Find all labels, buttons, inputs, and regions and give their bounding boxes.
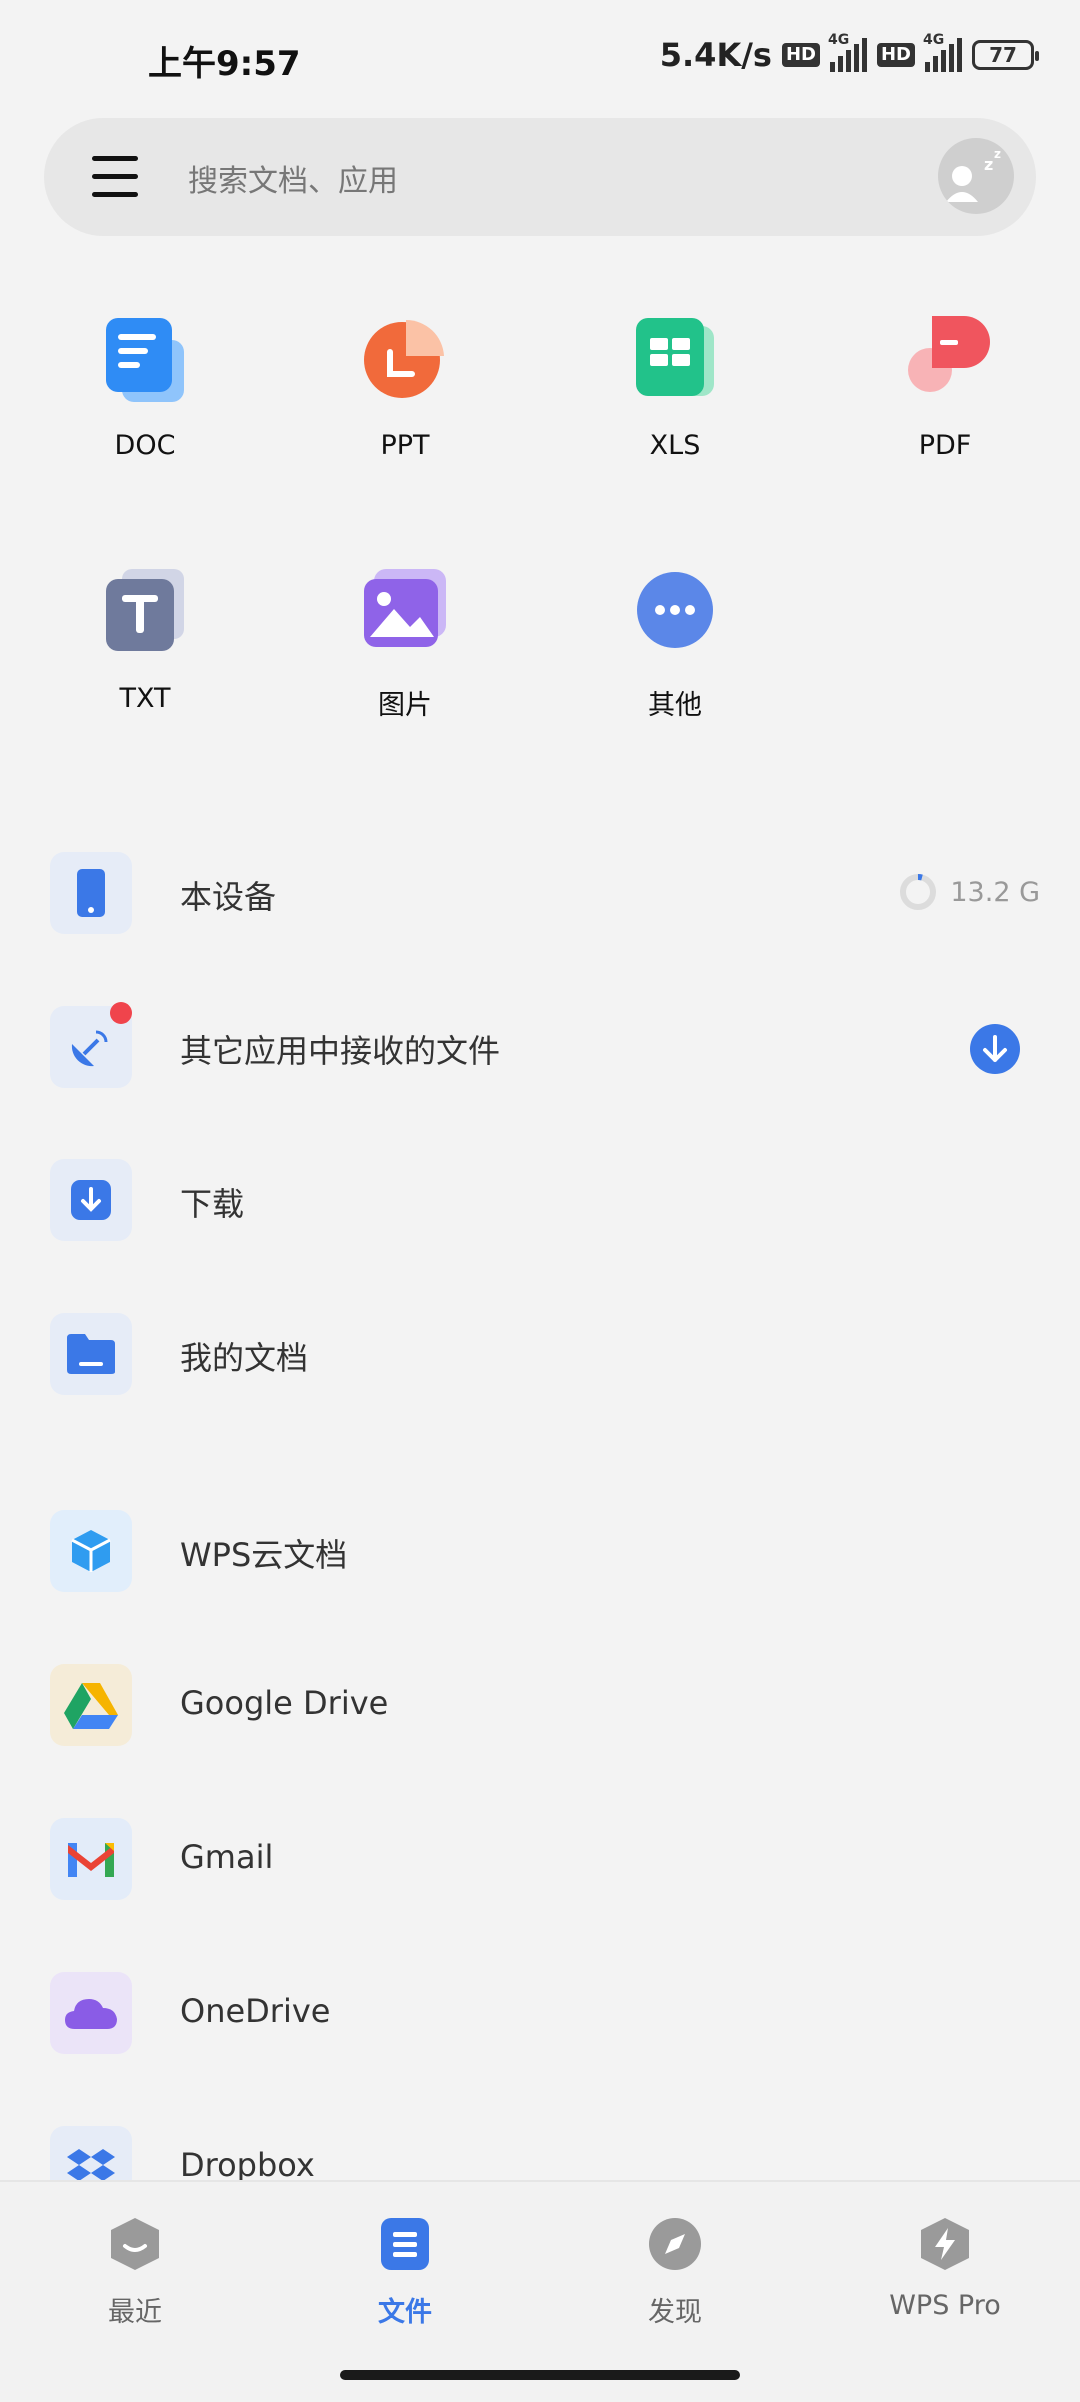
category-other[interactable]: 其他	[575, 565, 775, 722]
cloud-wps[interactable]: WPS云文档	[50, 1510, 1040, 1594]
cloud-onedrive[interactable]: OneDrive	[50, 1972, 1040, 2056]
category-xls[interactable]: XLS	[575, 312, 775, 461]
phone-icon	[50, 852, 132, 934]
tab-discover[interactable]: 发现	[575, 2216, 775, 2329]
txt-icon	[100, 565, 190, 655]
category-pdf[interactable]: PDF	[845, 312, 1045, 461]
wps-pro-icon	[917, 2216, 973, 2272]
bottom-nav: 最近 文件 发现 WPS Pro	[0, 2180, 1080, 2402]
location-my-documents[interactable]: 我的文档	[50, 1313, 1040, 1397]
category-doc[interactable]: DOC	[45, 312, 245, 461]
signal-icon-2: 4G	[923, 32, 962, 72]
cloud-gmail[interactable]: Gmail	[50, 1818, 1040, 1902]
folder-icon	[50, 1313, 132, 1395]
category-image[interactable]: 图片	[305, 565, 505, 722]
hd-badge: HD	[781, 43, 820, 67]
svg-text:z: z	[984, 155, 993, 174]
pdf-icon	[900, 312, 990, 402]
cloud-google-drive[interactable]: Google Drive	[50, 1664, 1040, 1748]
ppt-icon	[360, 312, 450, 402]
signal-icon: 4G	[828, 32, 867, 72]
onedrive-icon	[50, 1972, 132, 2054]
location-device[interactable]: 本设备 13.2 G	[50, 852, 1040, 936]
svg-text:z: z	[994, 147, 1001, 161]
category-ppt[interactable]: PPT	[305, 312, 505, 461]
gmail-icon	[50, 1818, 132, 1900]
recent-icon	[107, 2216, 163, 2272]
category-txt[interactable]: TXT	[45, 565, 245, 714]
menu-icon[interactable]	[92, 156, 138, 197]
network-speed: 5.4K/s	[659, 36, 772, 74]
tab-wps-pro[interactable]: WPS Pro	[845, 2216, 1045, 2321]
discover-icon	[647, 2216, 703, 2272]
doc-icon	[100, 312, 190, 402]
storage-indicator: 13.2 G	[898, 872, 1040, 912]
search-bar[interactable]: 搜索文档、应用 z z	[44, 118, 1036, 236]
expand-down-icon[interactable]	[970, 1024, 1020, 1074]
xls-icon	[630, 312, 720, 402]
location-received-files[interactable]: 其它应用中接收的文件	[50, 1002, 1040, 1090]
google-drive-icon	[50, 1664, 132, 1746]
tab-recent[interactable]: 最近	[35, 2216, 235, 2329]
battery-icon: 77	[972, 40, 1039, 70]
hd-badge-2: HD	[876, 43, 915, 67]
search-input[interactable]: 搜索文档、应用	[188, 156, 398, 200]
status-indicators: 5.4K/s HD 4G HD 4G 77	[659, 32, 1039, 74]
files-icon	[377, 2216, 433, 2272]
location-downloads[interactable]: 下载	[50, 1159, 1040, 1243]
download-icon	[50, 1159, 132, 1241]
image-icon	[360, 565, 450, 655]
home-indicator[interactable]	[340, 2370, 740, 2380]
more-icon	[630, 565, 720, 655]
status-time: 上午9:57	[148, 44, 301, 84]
wps-cloud-icon	[50, 1510, 132, 1592]
avatar[interactable]: z z	[938, 138, 1014, 214]
notification-dot	[110, 1002, 132, 1024]
tab-files[interactable]: 文件	[305, 2216, 505, 2329]
storage-ring-icon	[900, 874, 937, 910]
